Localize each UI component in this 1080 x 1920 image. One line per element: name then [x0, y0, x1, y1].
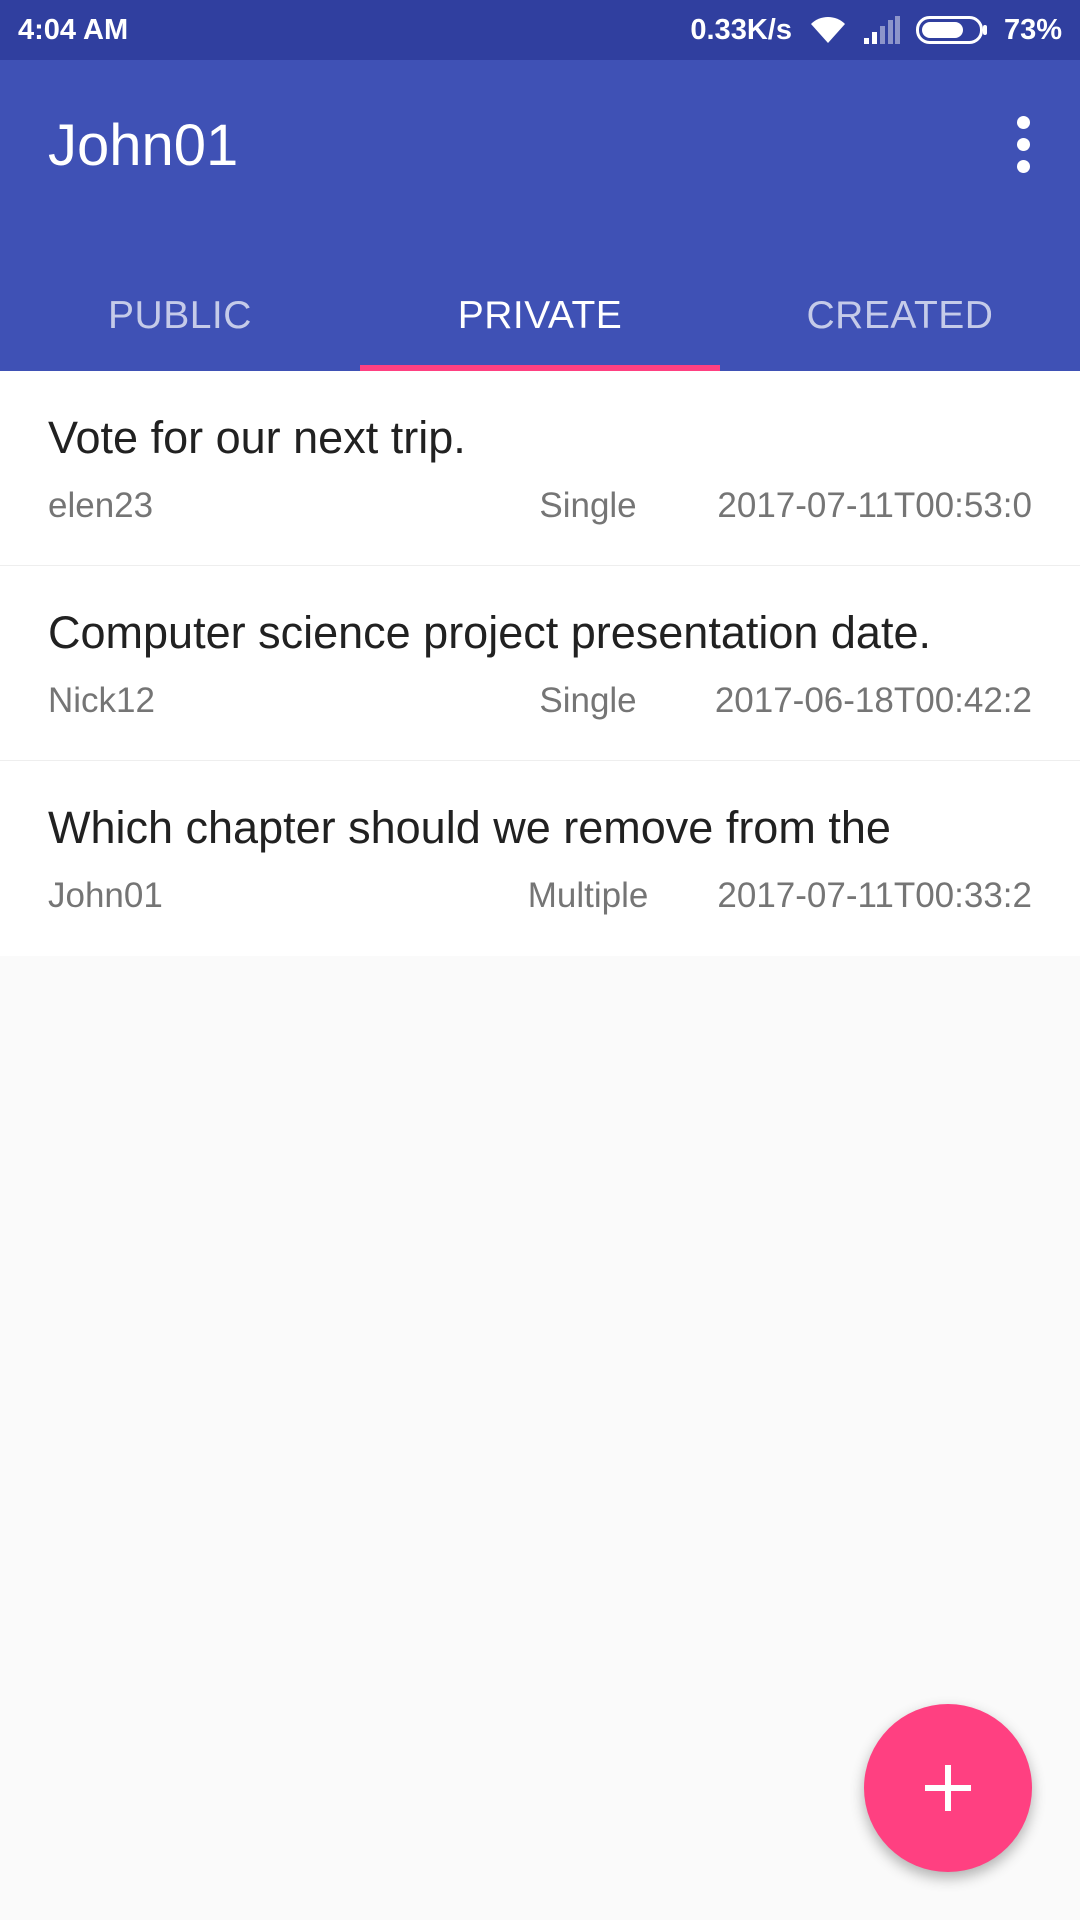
status-time: 4:04 AM — [18, 13, 129, 46]
wifi-icon — [808, 15, 848, 45]
app-title: John01 — [48, 113, 239, 178]
plus-icon — [925, 1765, 971, 1811]
tab-bar: PUBLIC PRIVATE CREATED — [0, 260, 1080, 371]
poll-date: 2017-07-11T00:53:0 — [717, 486, 1032, 525]
poll-list: Vote for our next trip. elen23 Single 20… — [0, 371, 1080, 956]
list-item[interactable]: Computer science project presentation da… — [0, 566, 1080, 761]
network-speed: 0.33K/s — [690, 13, 792, 46]
poll-author: John01 — [48, 876, 163, 915]
add-poll-button[interactable] — [864, 1704, 1032, 1872]
tab-created[interactable]: CREATED — [720, 260, 1080, 371]
tab-public[interactable]: PUBLIC — [0, 260, 360, 371]
app-bar: John01 PUBLIC PRIVATE CREATED — [0, 60, 1080, 371]
more-vert-icon[interactable] — [996, 110, 1050, 178]
poll-author: Nick12 — [48, 681, 155, 720]
poll-title: Computer science project presentation da… — [48, 607, 931, 658]
poll-type: Single — [539, 681, 637, 720]
battery-percent: 73% — [1003, 13, 1062, 46]
tab-private[interactable]: PRIVATE — [360, 260, 720, 371]
poll-author: elen23 — [48, 486, 154, 525]
signal-icon — [863, 16, 900, 44]
battery-icon — [915, 15, 988, 45]
poll-title: Vote for our next trip. — [48, 412, 466, 463]
status-bar: 4:04 AM 0.33K/s 73% — [0, 0, 1080, 60]
poll-type: Single — [539, 486, 637, 525]
list-item[interactable]: Vote for our next trip. elen23 Single 20… — [0, 371, 1080, 566]
poll-date: 2017-06-18T00:42:2 — [714, 681, 1032, 720]
status-indicators: 0.33K/s 73% — [690, 14, 1062, 47]
poll-title: Which chapter should we remove from the — [48, 802, 891, 853]
list-item[interactable]: Which chapter should we remove from the … — [0, 761, 1080, 956]
poll-date: 2017-07-11T00:33:2 — [717, 876, 1032, 915]
poll-type: Multiple — [527, 876, 649, 915]
